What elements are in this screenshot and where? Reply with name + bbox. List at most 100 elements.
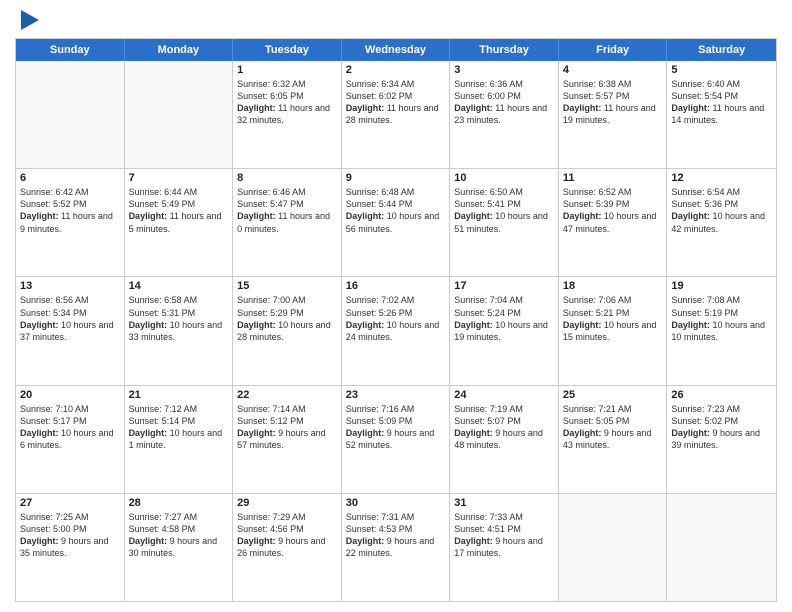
calendar-cell: 8 Sunrise: 6:46 AMSunset: 5:47 PMDaylight… xyxy=(233,169,342,276)
day-number: 9 xyxy=(346,172,446,184)
day-info: Sunrise: 7:06 AMSunset: 5:21 PMDaylight:… xyxy=(563,294,663,343)
calendar-cell: 3 Sunrise: 6:36 AMSunset: 6:00 PMDaylight… xyxy=(450,61,559,168)
calendar: SundayMondayTuesdayWednesdayThursdayFrid… xyxy=(15,38,777,602)
day-info: Sunrise: 6:46 AMSunset: 5:47 PMDaylight:… xyxy=(237,186,337,235)
day-info: Sunrise: 7:16 AMSunset: 5:09 PMDaylight:… xyxy=(346,403,446,452)
day-number: 21 xyxy=(129,389,229,401)
calendar-cell: 16Sunrise: 7:02 AMSunset: 5:26 PMDayligh… xyxy=(342,277,451,384)
day-number: 8 xyxy=(237,172,337,184)
calendar-cell: 6Sunrise: 6:42 AMSunset: 5:52 PMDaylight… xyxy=(16,169,125,276)
day-info: Sunrise: 7:14 AMSunset: 5:12 PMDaylight:… xyxy=(237,403,337,452)
day-number: 26 xyxy=(671,389,772,401)
day-info: Sunrise: 6:32 AMSunset: 6:05 PMDaylight:… xyxy=(237,78,337,127)
day-info: Sunrise: 7:25 AMSunset: 5:00 PMDaylight:… xyxy=(20,511,120,560)
calendar-cell: 21 Sunrise: 7:12 AMSunset: 5:14 PMDayligh… xyxy=(125,386,234,493)
day-info: Sunrise: 6:48 AMSunset: 5:44 PMDaylight:… xyxy=(346,186,446,235)
calendar-cell: 23Sunrise: 7:16 AMSunset: 5:09 PMDayligh… xyxy=(342,386,451,493)
calendar-cell: 13 Sunrise: 6:56 AMSunset: 5:34 PMDayligh… xyxy=(16,277,125,384)
day-number: 31 xyxy=(454,497,554,509)
day-header-sunday: Sunday xyxy=(16,39,125,61)
day-info: Sunrise: 7:00 AMSunset: 5:29 PMDaylight:… xyxy=(237,294,337,343)
calendar-cell: 26 Sunrise: 7:23 AMSunset: 5:02 PMDayligh… xyxy=(667,386,776,493)
day-number: 18 xyxy=(563,280,663,292)
calendar-cell: 25 Sunrise: 7:21 AMSunset: 5:05 PMDayligh… xyxy=(559,386,668,493)
calendar-cell xyxy=(667,494,776,601)
logo-arrow-icon xyxy=(21,10,39,30)
calendar-cell: 7Sunrise: 6:44 AMSunset: 5:49 PMDaylight… xyxy=(125,169,234,276)
day-info: Sunrise: 7:02 AMSunset: 5:26 PMDaylight:… xyxy=(346,294,446,343)
calendar-cell: 2Sunrise: 6:34 AMSunset: 6:02 PMDaylight… xyxy=(342,61,451,168)
day-number: 5 xyxy=(671,64,772,76)
calendar-cell xyxy=(559,494,668,601)
calendar-cell: 11Sunrise: 6:52 AMSunset: 5:39 PMDayligh… xyxy=(559,169,668,276)
day-number: 19 xyxy=(671,280,772,292)
day-header-monday: Monday xyxy=(125,39,234,61)
day-number: 30 xyxy=(346,497,446,509)
day-number: 22 xyxy=(237,389,337,401)
calendar-cell: 5 Sunrise: 6:40 AMSunset: 5:54 PMDaylight… xyxy=(667,61,776,168)
day-number: 14 xyxy=(129,280,229,292)
calendar-cell: 12 Sunrise: 6:54 AMSunset: 5:36 PMDayligh… xyxy=(667,169,776,276)
calendar-header: SundayMondayTuesdayWednesdayThursdayFrid… xyxy=(16,39,776,61)
day-info: Sunrise: 6:54 AMSunset: 5:36 PMDaylight:… xyxy=(671,186,772,235)
day-info: Sunrise: 7:33 AMSunset: 4:51 PMDaylight:… xyxy=(454,511,554,560)
header xyxy=(15,10,777,30)
day-number: 4 xyxy=(563,64,663,76)
calendar-cell: 19Sunrise: 7:08 AMSunset: 5:19 PMDayligh… xyxy=(667,277,776,384)
calendar-row-2: 6Sunrise: 6:42 AMSunset: 5:52 PMDaylight… xyxy=(16,168,776,276)
day-number: 28 xyxy=(129,497,229,509)
calendar-cell: 28 Sunrise: 7:27 AMSunset: 4:58 PMDayligh… xyxy=(125,494,234,601)
calendar-cell: 1 Sunrise: 6:32 AMSunset: 6:05 PMDaylight… xyxy=(233,61,342,168)
day-header-saturday: Saturday xyxy=(667,39,776,61)
day-header-friday: Friday xyxy=(559,39,668,61)
day-info: Sunrise: 6:56 AMSunset: 5:34 PMDaylight:… xyxy=(20,294,120,343)
day-number: 11 xyxy=(563,172,663,184)
day-number: 29 xyxy=(237,497,337,509)
page: SundayMondayTuesdayWednesdayThursdayFrid… xyxy=(0,0,792,612)
calendar-cell: 14 Sunrise: 6:58 AMSunset: 5:31 PMDayligh… xyxy=(125,277,234,384)
day-number: 3 xyxy=(454,64,554,76)
day-number: 12 xyxy=(671,172,772,184)
calendar-row-5: 27 Sunrise: 7:25 AMSunset: 5:00 PMDayligh… xyxy=(16,493,776,601)
calendar-cell: 31 Sunrise: 7:33 AMSunset: 4:51 PMDayligh… xyxy=(450,494,559,601)
calendar-cell: 29 Sunrise: 7:29 AMSunset: 4:56 PMDayligh… xyxy=(233,494,342,601)
day-header-thursday: Thursday xyxy=(450,39,559,61)
day-info: Sunrise: 7:27 AMSunset: 4:58 PMDaylight:… xyxy=(129,511,229,560)
calendar-cell xyxy=(125,61,234,168)
day-number: 20 xyxy=(20,389,120,401)
calendar-cell xyxy=(16,61,125,168)
day-number: 6 xyxy=(20,172,120,184)
calendar-cell: 22 Sunrise: 7:14 AMSunset: 5:12 PMDayligh… xyxy=(233,386,342,493)
calendar-cell: 4Sunrise: 6:38 AMSunset: 5:57 PMDaylight… xyxy=(559,61,668,168)
calendar-cell: 9 Sunrise: 6:48 AMSunset: 5:44 PMDaylight… xyxy=(342,169,451,276)
calendar-cell: 10Sunrise: 6:50 AMSunset: 5:41 PMDayligh… xyxy=(450,169,559,276)
day-info: Sunrise: 6:50 AMSunset: 5:41 PMDaylight:… xyxy=(454,186,554,235)
day-info: Sunrise: 6:58 AMSunset: 5:31 PMDaylight:… xyxy=(129,294,229,343)
calendar-body: 1 Sunrise: 6:32 AMSunset: 6:05 PMDaylight… xyxy=(16,61,776,601)
day-info: Sunrise: 7:29 AMSunset: 4:56 PMDaylight:… xyxy=(237,511,337,560)
day-number: 2 xyxy=(346,64,446,76)
day-info: Sunrise: 7:10 AMSunset: 5:17 PMDaylight:… xyxy=(20,403,120,452)
day-number: 7 xyxy=(129,172,229,184)
day-number: 27 xyxy=(20,497,120,509)
day-info: Sunrise: 7:12 AMSunset: 5:14 PMDaylight:… xyxy=(129,403,229,452)
day-number: 13 xyxy=(20,280,120,292)
calendar-cell: 27 Sunrise: 7:25 AMSunset: 5:00 PMDayligh… xyxy=(16,494,125,601)
day-info: Sunrise: 7:21 AMSunset: 5:05 PMDaylight:… xyxy=(563,403,663,452)
day-info: Sunrise: 6:40 AMSunset: 5:54 PMDaylight:… xyxy=(671,78,772,127)
calendar-cell: 18 Sunrise: 7:06 AMSunset: 5:21 PMDayligh… xyxy=(559,277,668,384)
calendar-cell: 24Sunrise: 7:19 AMSunset: 5:07 PMDayligh… xyxy=(450,386,559,493)
calendar-row-3: 13 Sunrise: 6:56 AMSunset: 5:34 PMDayligh… xyxy=(16,276,776,384)
day-header-wednesday: Wednesday xyxy=(342,39,451,61)
calendar-cell: 30Sunrise: 7:31 AMSunset: 4:53 PMDayligh… xyxy=(342,494,451,601)
day-info: Sunrise: 7:23 AMSunset: 5:02 PMDaylight:… xyxy=(671,403,772,452)
calendar-row-1: 1 Sunrise: 6:32 AMSunset: 6:05 PMDaylight… xyxy=(16,61,776,168)
day-number: 1 xyxy=(237,64,337,76)
day-info: Sunrise: 7:04 AMSunset: 5:24 PMDaylight:… xyxy=(454,294,554,343)
day-number: 15 xyxy=(237,280,337,292)
logo xyxy=(15,10,39,30)
day-number: 25 xyxy=(563,389,663,401)
day-header-tuesday: Tuesday xyxy=(233,39,342,61)
day-info: Sunrise: 6:36 AMSunset: 6:00 PMDaylight:… xyxy=(454,78,554,127)
calendar-row-4: 20 Sunrise: 7:10 AMSunset: 5:17 PMDayligh… xyxy=(16,385,776,493)
